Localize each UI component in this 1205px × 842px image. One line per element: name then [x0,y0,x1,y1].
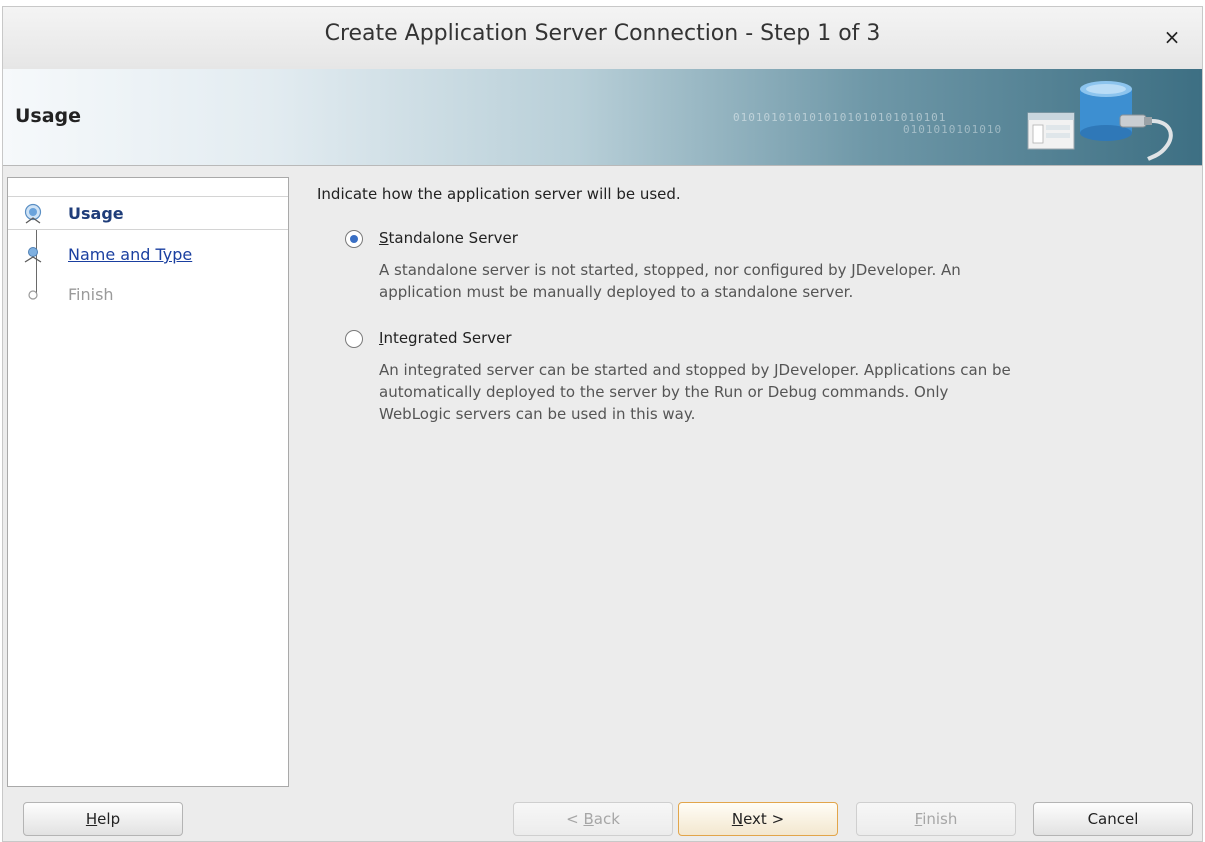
back-button[interactable]: < Back [513,802,673,836]
dialog-window: Create Application Server Connection - S… [2,6,1203,842]
step-pending-icon [28,290,38,300]
next-button[interactable]: Next > [678,802,838,836]
dialog-title: Create Application Server Connection - S… [324,21,881,46]
banner-binary-text-2: 0101010101010 [903,123,1003,136]
step-usage[interactable]: Usage [8,196,288,230]
integrated-server-description: An integrated server can be started and … [379,361,1011,423]
step-name-and-type[interactable]: Name and Type [8,238,288,272]
cancel-button[interactable]: Cancel [1033,802,1193,836]
step-label-finish: Finish [68,285,114,304]
wizard-steps-panel: Usage Name and Type Finish [7,177,289,787]
step-current-icon [24,203,42,224]
step-label-name-and-type[interactable]: Name and Type [68,245,192,264]
integrated-server-radio[interactable] [345,330,363,348]
step-finish: Finish [8,278,288,312]
help-button[interactable]: Help [23,802,183,836]
step-label-usage: Usage [68,204,124,223]
page-title: Usage [15,105,82,127]
standalone-server-label[interactable]: Standalone Server [379,229,518,247]
header-banner: Usage 0101010101010101010101010101 01010… [3,69,1202,166]
title-bar: Create Application Server Connection - S… [3,7,1202,70]
standalone-server-radio[interactable] [345,230,363,248]
usage-prompt: Indicate how the application server will… [317,185,681,203]
standalone-server-description: A standalone server is not started, stop… [379,261,961,301]
database-connection-icon [1027,81,1173,161]
finish-button[interactable]: Finish [856,802,1016,836]
close-icon[interactable]: × [1160,25,1184,49]
integrated-server-label[interactable]: Integrated Server [379,329,512,347]
step-icon [24,247,42,263]
